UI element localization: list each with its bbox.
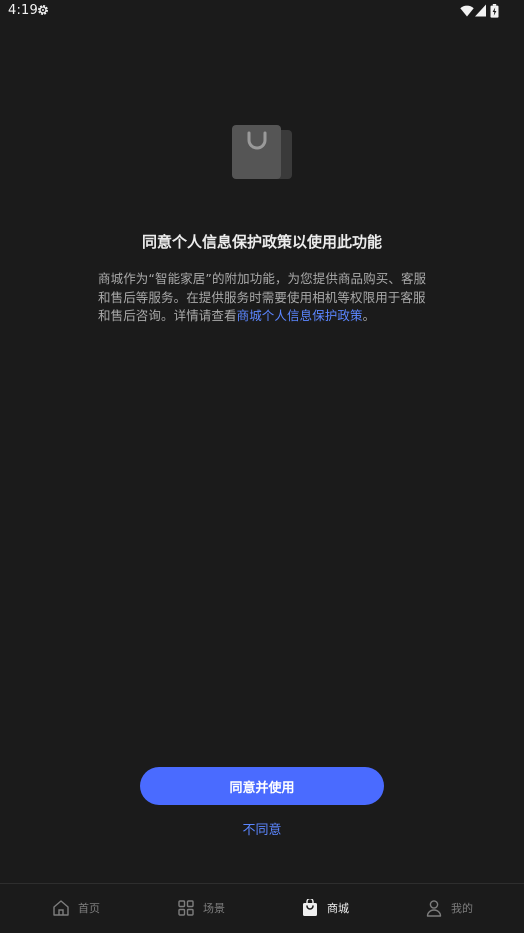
privacy-policy-link[interactable]: 商城个人信息保护政策 xyxy=(237,308,363,323)
status-icons xyxy=(460,4,502,18)
privacy-description: 商城作为“智能家居”的附加功能，为您提供商品购买、客服和售后等服务。在提供服务时… xyxy=(98,270,430,326)
nav-label-mine: 我的 xyxy=(451,902,473,915)
nav-label-mall: 商城 xyxy=(327,902,349,915)
wifi-icon xyxy=(460,5,474,17)
agree-and-use-button[interactable]: 同意并使用 xyxy=(140,767,384,805)
settings-gear-icon xyxy=(38,5,48,15)
person-icon xyxy=(426,900,442,917)
nav-item-mall[interactable]: 商城 xyxy=(301,898,349,918)
status-time: 4:19 xyxy=(8,3,38,18)
nav-label-scenes: 场景 xyxy=(203,902,225,915)
description-end: 。 xyxy=(362,308,376,323)
nav-item-mine[interactable]: 我的 xyxy=(425,898,473,918)
home-icon xyxy=(53,900,69,916)
shopping-bag-icon xyxy=(232,125,292,179)
disagree-button[interactable]: 不同意 xyxy=(0,819,524,838)
cellular-signal-icon xyxy=(475,4,486,17)
bottom-nav: 首页 场景 商城 我的 xyxy=(0,883,524,933)
page-title: 同意个人信息保护政策以使用此功能 xyxy=(141,233,382,251)
nav-label-home: 首页 xyxy=(78,902,100,915)
nav-item-scenes[interactable]: 场景 xyxy=(177,898,225,918)
nav-item-home[interactable]: 首页 xyxy=(52,898,100,918)
shopping-bag-icon xyxy=(303,899,317,916)
status-bar: 4:19 xyxy=(0,0,524,22)
battery-charging-icon xyxy=(490,4,499,18)
grid-icon xyxy=(178,900,194,916)
